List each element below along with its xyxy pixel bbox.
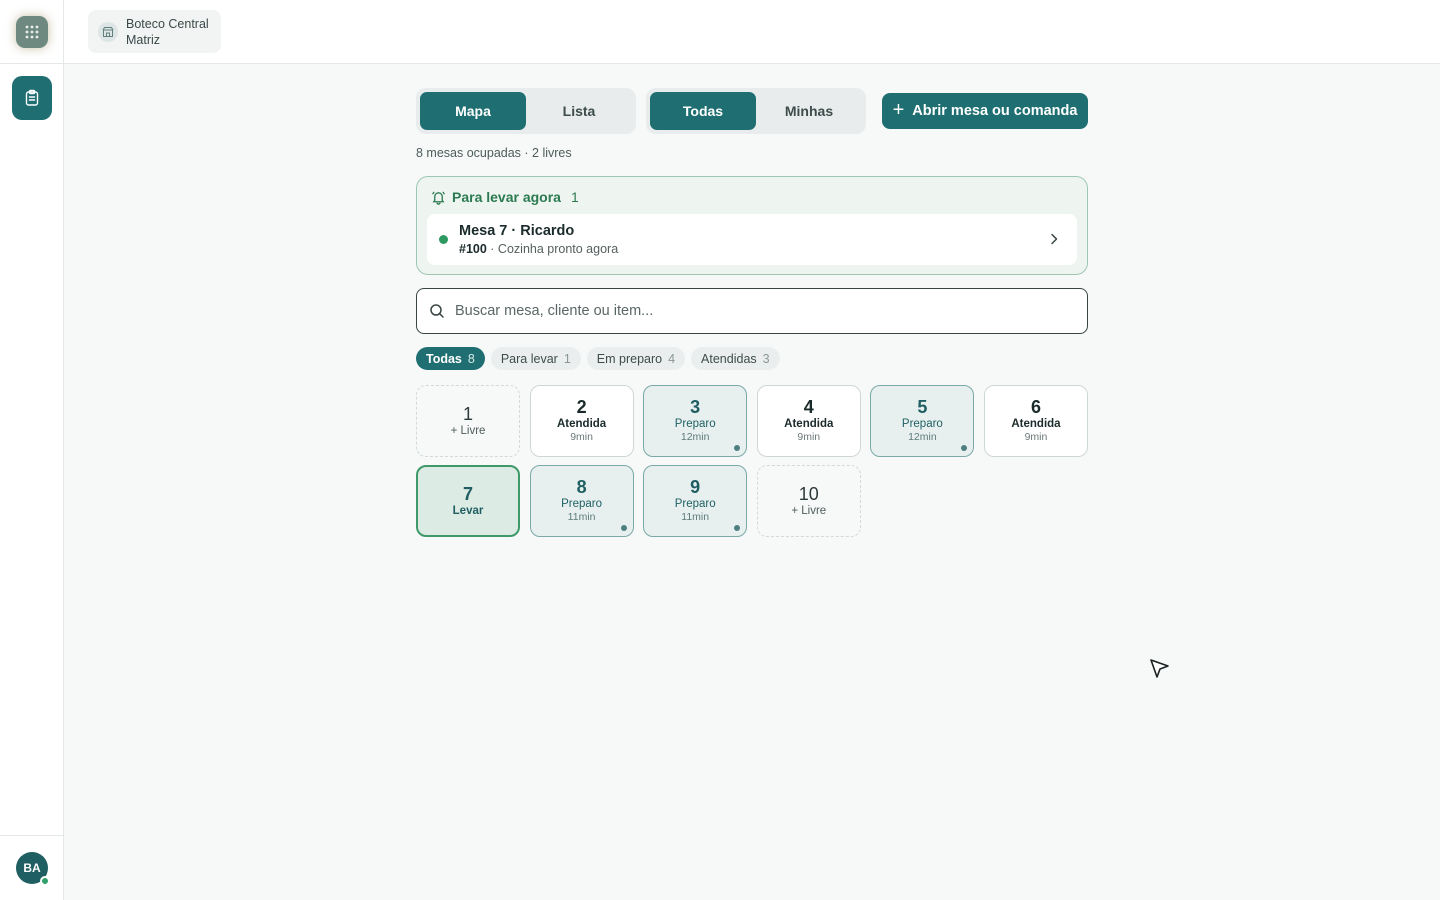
filter-all[interactable]: Todas 8	[416, 347, 485, 370]
table-time: 11min	[681, 511, 710, 523]
table-number: 8	[576, 477, 587, 497]
table-number: 2	[576, 397, 587, 417]
takeaway-alert-count: 1	[570, 189, 579, 205]
takeaway-item-status: · Cozinha pronto agora	[490, 241, 619, 256]
store-branch: Matriz	[126, 32, 161, 47]
chevron-right-icon	[1051, 233, 1058, 245]
sidebar-divider	[0, 63, 64, 64]
bell-icon	[432, 191, 445, 205]
status-filters: Todas 8 Para levar 1 Em preparo 4 Atendidas…	[416, 347, 1088, 370]
table-number: 9	[690, 477, 701, 497]
table-time: 12min	[680, 431, 710, 443]
table-status: Atendida	[1011, 418, 1061, 430]
takeaway-alert-header: Para levar agora 1	[427, 187, 1077, 207]
occupancy-summary: 8 mesas ocupadas · 2 livres	[416, 146, 572, 160]
filter-label: Para levar	[500, 351, 558, 366]
table-tile-2[interactable]: 2 Atendida 9min	[529, 385, 634, 457]
table-tile-9[interactable]: 9 Preparo 11min	[643, 465, 748, 537]
main-content: Mapa Lista Todas Minhas + Abrir mesa ou …	[416, 88, 1088, 537]
table-time: 11min	[567, 511, 596, 523]
table-time: 9min	[1024, 431, 1048, 443]
filter-label: Atendidas	[701, 351, 757, 366]
search-icon	[430, 304, 444, 318]
online-status-dot	[40, 876, 50, 886]
open-table-button[interactable]: + Abrir mesa ou comanda	[882, 93, 1088, 129]
table-tile-3[interactable]: 3 Preparo 12min	[643, 385, 748, 457]
filter-served[interactable]: Atendidas 3	[691, 347, 780, 370]
filter-count: 4	[668, 351, 676, 366]
takeaway-item-title: Mesa 7 · Ricardo	[459, 222, 575, 239]
sidebar: BA	[0, 0, 64, 900]
table-status: Preparo	[674, 418, 716, 430]
scope-mine-button[interactable]: Minhas	[756, 92, 862, 130]
store-icon	[98, 21, 118, 42]
table-time: 12min	[908, 431, 937, 443]
sidebar-divider-bottom	[0, 835, 64, 836]
table-status: Preparo	[561, 498, 603, 510]
table-number: 1	[462, 403, 473, 424]
table-status: Levar	[452, 504, 484, 517]
filter-count: 3	[762, 351, 770, 366]
table-tile-10[interactable]: 10 + Livre	[756, 465, 861, 537]
table-tile-8[interactable]: 8 Preparo 11min	[529, 465, 634, 537]
takeaway-item-order: #100	[459, 241, 487, 256]
mouse-cursor-icon	[1150, 659, 1169, 678]
store-selector[interactable]: Boteco Central Matriz	[88, 10, 221, 53]
toolbar: Mapa Lista Todas Minhas + Abrir mesa ou …	[416, 88, 1088, 134]
table-status: + Livre	[450, 424, 486, 437]
filter-label: Todas	[426, 351, 462, 366]
table-number: 7	[462, 483, 473, 504]
table-status: Atendida	[556, 418, 607, 430]
scope-toggle: Todas Minhas	[646, 88, 866, 134]
table-number: 3	[690, 397, 701, 417]
table-time: 9min	[797, 431, 821, 443]
store-name: Boteco Central	[126, 16, 209, 31]
table-tile-6[interactable]: 6 Atendida 9min	[983, 385, 1088, 457]
filter-preparing[interactable]: Em preparo 4	[586, 347, 686, 370]
search-input[interactable]	[455, 303, 1055, 319]
view-list-button[interactable]: Lista	[526, 92, 632, 130]
takeaway-alert-title: Para levar agora	[452, 189, 561, 205]
table-status: Preparo	[674, 498, 716, 510]
ready-status-dot	[439, 235, 448, 244]
takeaway-item-detail: #100 · Cozinha pronto agora	[459, 240, 618, 258]
table-status: Atendida	[784, 418, 834, 430]
app-grid-icon[interactable]	[16, 16, 48, 48]
table-number: 4	[803, 397, 814, 417]
takeaway-alert-item[interactable]: Mesa 7 · Ricardo #100 · Cozinha pronto a…	[427, 214, 1077, 265]
table-tile-5[interactable]: 5 Preparo 12min	[870, 385, 975, 457]
filter-takeaway[interactable]: Para levar 1	[490, 347, 581, 370]
filter-count: 1	[563, 351, 571, 366]
table-number: 10	[798, 483, 819, 504]
filter-label: Em preparo	[596, 351, 663, 366]
table-status: Preparo	[901, 418, 943, 430]
top-bar: Boteco Central Matriz	[64, 0, 1440, 64]
view-toggle: Mapa Lista	[416, 88, 636, 134]
table-tile-4[interactable]: 4 Atendida 9min	[756, 385, 861, 457]
open-table-label: Abrir mesa ou comanda	[912, 103, 1078, 119]
plus-icon: +	[892, 99, 905, 121]
table-status: + Livre	[791, 504, 827, 517]
scope-all-button[interactable]: Todas	[650, 92, 756, 130]
sidebar-item-orders[interactable]	[12, 76, 52, 120]
table-tile-7[interactable]: 7 Levar	[416, 465, 520, 537]
table-tile-1[interactable]: 1 + Livre	[416, 385, 520, 457]
table-number: 6	[1030, 397, 1041, 417]
search-bar	[416, 288, 1088, 334]
table-map: 1 + Livre 2 Atendida 9min 3 Preparo 12mi…	[416, 385, 1088, 537]
takeaway-alert: Para levar agora 1 Mesa 7 · Ricardo #100…	[416, 176, 1088, 275]
table-time: 9min	[570, 431, 593, 443]
table-number: 5	[917, 397, 928, 417]
filter-count: 8	[467, 351, 475, 366]
clipboard-icon	[25, 89, 39, 106]
view-map-button[interactable]: Mapa	[420, 92, 526, 130]
